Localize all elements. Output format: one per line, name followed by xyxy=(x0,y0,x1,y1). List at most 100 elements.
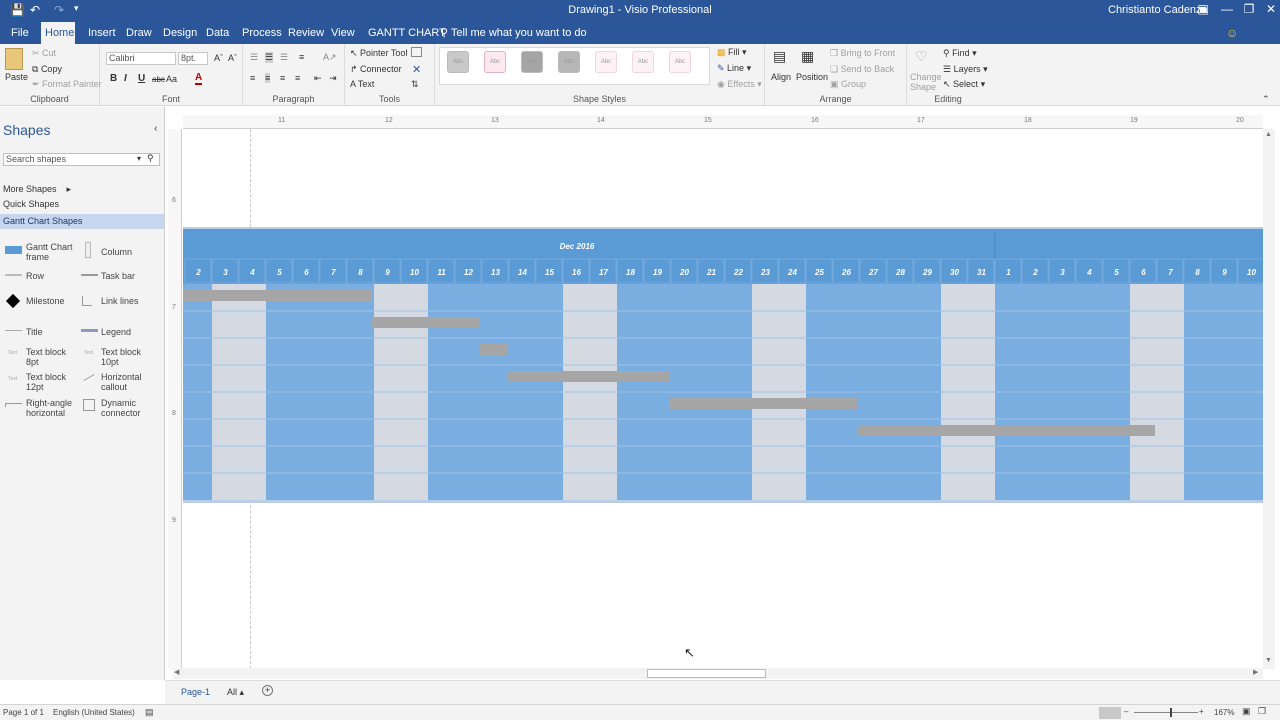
day-label[interactable]: 29 xyxy=(922,268,932,277)
dynamic-connector-icon[interactable] xyxy=(83,399,95,411)
text-block-icon[interactable]: Text xyxy=(84,350,93,356)
zoom-in-icon[interactable]: + xyxy=(1199,707,1204,716)
align-bottom-icon[interactable]: ☰ xyxy=(280,52,288,63)
bold-button[interactable]: B xyxy=(110,73,117,84)
task-bar-icon[interactable] xyxy=(81,274,98,276)
presentation-mode-icon[interactable] xyxy=(1099,707,1121,719)
day-label[interactable]: 3 xyxy=(1060,268,1065,277)
font-family-select[interactable]: Calibri xyxy=(106,52,176,65)
change-shape-icon[interactable]: ♡ xyxy=(915,48,928,65)
zoom-level[interactable]: 167% xyxy=(1214,708,1234,717)
month-label[interactable]: Dec 2016 xyxy=(560,242,595,251)
stencil-task-bar[interactable]: Task bar xyxy=(101,271,135,281)
right-angle-icon[interactable] xyxy=(5,403,22,407)
tell-me-box[interactable]: ⚲ Tell me what you want to do xyxy=(436,22,591,44)
quick-shapes-link[interactable]: Quick Shapes xyxy=(3,199,59,209)
day-label[interactable]: 8 xyxy=(1195,268,1200,277)
day-label[interactable]: 18 xyxy=(626,268,635,277)
group-button[interactable]: ▣ Group xyxy=(830,79,866,90)
find-button[interactable]: ⚲ Find ▾ xyxy=(943,48,977,59)
style-preview-5[interactable]: Abc xyxy=(595,51,617,73)
scroll-thumb[interactable] xyxy=(647,669,766,678)
title-icon[interactable] xyxy=(5,330,22,331)
column-icon[interactable] xyxy=(85,242,91,258)
task-bar[interactable] xyxy=(372,317,480,328)
align-icon[interactable]: ▤ xyxy=(773,48,786,65)
stencil-legend[interactable]: Legend xyxy=(101,327,131,337)
paste-icon[interactable] xyxy=(5,48,23,70)
tab-file[interactable]: File xyxy=(7,22,33,44)
milestone-icon[interactable] xyxy=(5,293,21,309)
scroll-up-icon[interactable]: ▲ xyxy=(1265,131,1272,138)
change-shape-button[interactable]: Change Shape xyxy=(910,72,942,92)
connector-button[interactable]: ↱ Connector xyxy=(350,64,402,75)
day-label[interactable]: 14 xyxy=(518,268,527,277)
day-label[interactable]: 19 xyxy=(653,268,662,277)
align-right-icon[interactable]: ≡ xyxy=(280,73,285,83)
day-label[interactable]: 27 xyxy=(868,268,878,277)
language[interactable]: English (United States) xyxy=(53,708,135,717)
text-direction-icon[interactable]: A↗ xyxy=(323,52,337,63)
day-label[interactable]: 9 xyxy=(1222,268,1227,277)
day-label[interactable]: 17 xyxy=(599,268,608,277)
align-top-icon[interactable]: ☰ xyxy=(250,52,258,63)
stencil-row[interactable]: Row xyxy=(26,271,44,281)
task-bar[interactable] xyxy=(183,290,372,301)
line-button[interactable]: ✎ Line ▾ xyxy=(717,63,751,74)
stencil-column[interactable]: Column xyxy=(101,247,132,257)
day-label[interactable]: 7 xyxy=(331,268,336,277)
stencil-text-12pt[interactable]: Text block 12pt xyxy=(26,372,71,392)
pointer-tool-button[interactable]: ↖ Pointer Tool xyxy=(350,48,407,59)
legend-icon[interactable] xyxy=(81,329,98,332)
stencil-right-angle[interactable]: Right-angle horizontal xyxy=(26,398,76,418)
tab-data[interactable]: Data xyxy=(202,22,233,44)
add-page-icon[interactable]: + xyxy=(262,685,273,696)
day-label[interactable]: 6 xyxy=(304,268,309,277)
day-label[interactable]: 7 xyxy=(1168,268,1173,277)
day-label[interactable]: 10 xyxy=(1247,268,1256,277)
decrease-indent-icon[interactable]: ⇤ xyxy=(314,73,322,84)
day-label[interactable]: 31 xyxy=(977,268,986,277)
scroll-right-icon[interactable]: ▶ xyxy=(1253,668,1258,676)
day-label[interactable]: 1 xyxy=(1006,268,1011,277)
bring-front-button[interactable]: ❐ Bring to Front xyxy=(830,48,895,59)
zoom-out-icon[interactable]: – xyxy=(1124,707,1128,716)
day-label[interactable]: 5 xyxy=(277,268,282,277)
style-preview-3[interactable]: Abc xyxy=(521,51,543,73)
stencil-dynamic-connector[interactable]: Dynamic connector xyxy=(101,398,151,418)
scroll-down-icon[interactable]: ▼ xyxy=(1265,657,1272,664)
horizontal-scrollbar[interactable]: ◀ ▶ xyxy=(173,668,1263,679)
position-icon[interactable]: ▦ xyxy=(801,48,814,65)
scroll-left-icon[interactable]: ◀ xyxy=(174,668,179,676)
send-back-button[interactable]: ❏ Send to Back xyxy=(830,64,894,75)
zoom-slider[interactable] xyxy=(1134,712,1198,713)
day-label[interactable]: 13 xyxy=(491,268,500,277)
stencil-horizontal-callout[interactable]: Horizontal callout xyxy=(101,372,151,392)
tab-view[interactable]: View xyxy=(327,22,359,44)
day-label[interactable]: 9 xyxy=(385,268,390,277)
stencil-milestone[interactable]: Milestone xyxy=(26,296,65,306)
align-left-icon[interactable]: ≡ xyxy=(250,73,255,83)
align-middle-icon[interactable]: ☰ xyxy=(265,52,274,63)
day-label[interactable]: 12 xyxy=(464,268,473,277)
align-center-icon[interactable]: ≡ xyxy=(265,73,271,83)
day-label[interactable]: 11 xyxy=(437,268,446,277)
day-label[interactable]: 16 xyxy=(572,268,581,277)
task-bar[interactable] xyxy=(669,398,858,409)
day-label[interactable]: 24 xyxy=(787,268,797,277)
stencil-text-10pt[interactable]: Text block 10pt xyxy=(101,347,146,367)
day-label[interactable]: 22 xyxy=(733,268,743,277)
callout-icon[interactable] xyxy=(83,374,95,381)
style-preview-6[interactable]: Abc xyxy=(632,51,654,73)
day-label[interactable]: 6 xyxy=(1141,268,1146,277)
grow-font-icon[interactable]: Aˆ xyxy=(214,53,223,63)
copy-button[interactable]: ⧉ Copy xyxy=(32,64,62,75)
search-dropdown-icon[interactable]: ▾ xyxy=(137,154,141,163)
cut-button[interactable]: ✂ Cut xyxy=(32,48,56,59)
day-label[interactable]: 21 xyxy=(706,268,716,277)
close-icon[interactable]: ✕ xyxy=(1254,2,1280,20)
underline-button[interactable]: U xyxy=(138,73,145,84)
row-icon[interactable] xyxy=(5,274,22,276)
change-case-button[interactable]: Aa xyxy=(166,74,177,84)
align-button[interactable]: Align xyxy=(771,72,791,82)
